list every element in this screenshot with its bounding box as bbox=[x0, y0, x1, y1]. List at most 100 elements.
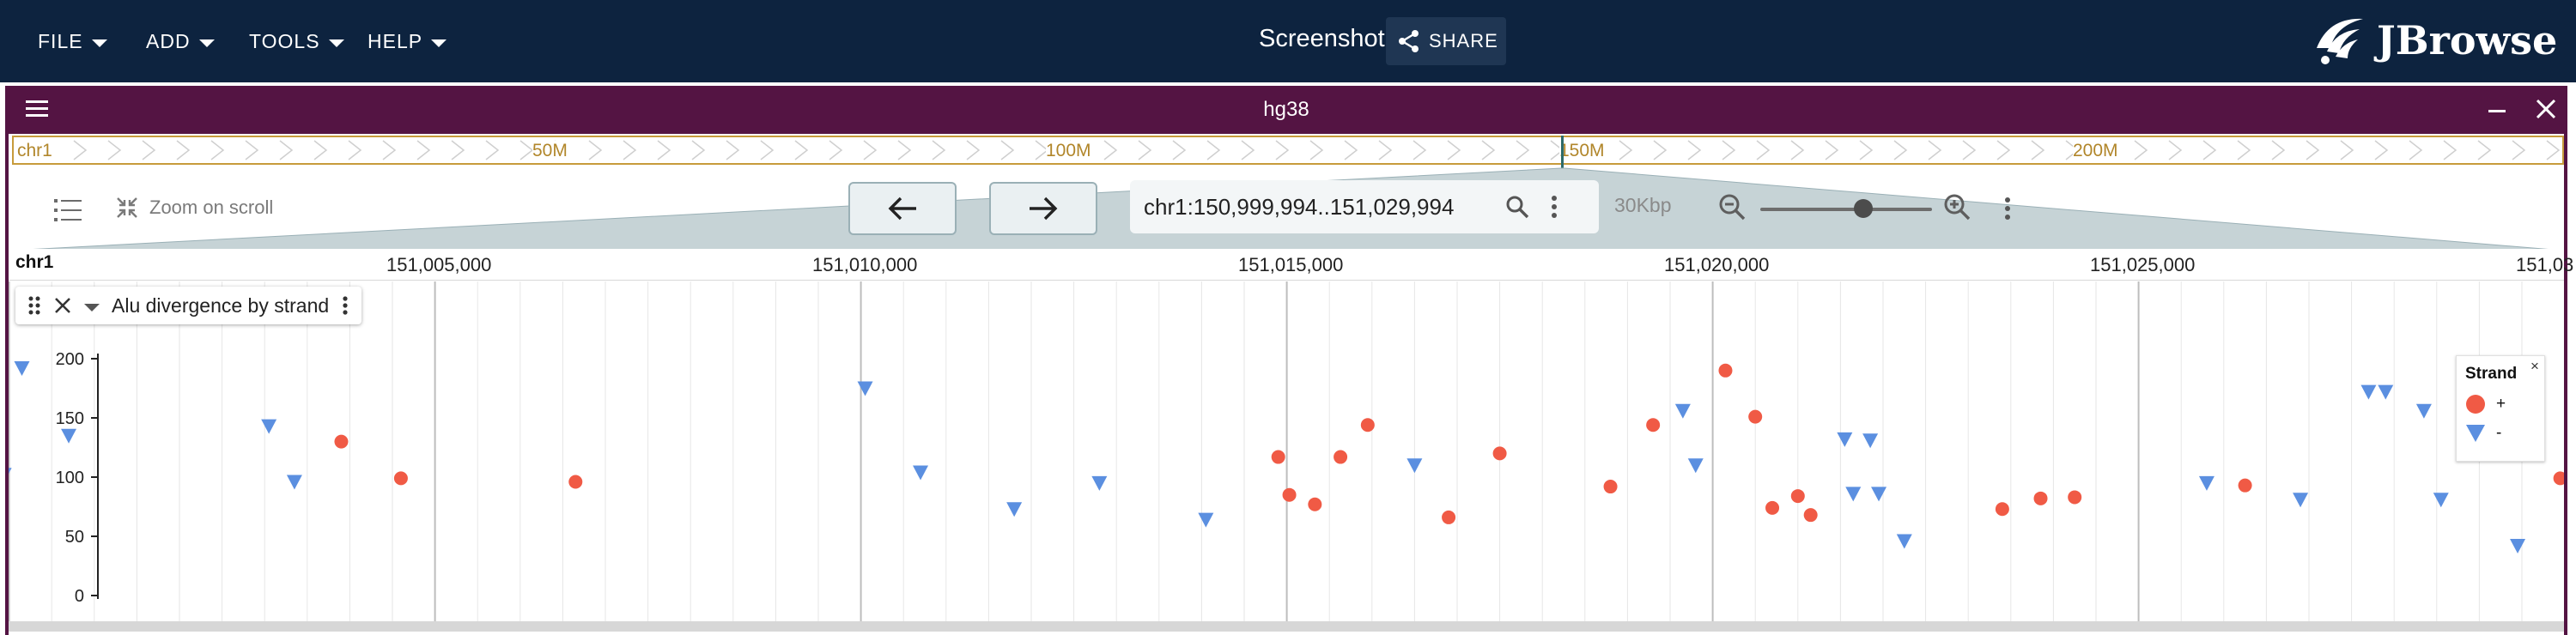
ruler-label: 151,020,000 bbox=[1664, 254, 1770, 275]
location-more-options-icon[interactable] bbox=[1549, 194, 1559, 220]
app-bar: FILE ADD TOOLS HELP Screenshot SHARE JBr… bbox=[0, 0, 2576, 82]
plus-strand-point[interactable] bbox=[1334, 450, 1348, 464]
plus-strand-point[interactable] bbox=[1603, 480, 1618, 494]
close-track-icon[interactable] bbox=[53, 296, 72, 315]
search-icon[interactable] bbox=[1504, 194, 1530, 220]
zoom-out-icon[interactable] bbox=[1717, 192, 1747, 221]
minus-strand-point[interactable] bbox=[261, 419, 277, 434]
track-more-options-icon[interactable] bbox=[341, 295, 349, 316]
minus-strand-point[interactable] bbox=[2415, 403, 2432, 419]
plus-strand-point[interactable] bbox=[393, 471, 408, 486]
legend-item-minus: - bbox=[2465, 423, 2501, 444]
legend-close-icon[interactable]: × bbox=[2530, 358, 2539, 375]
tools-menu[interactable]: TOOLS bbox=[249, 26, 344, 57]
plus-strand-point[interactable] bbox=[2238, 478, 2252, 493]
y-axis: 200 150 100 50 0 bbox=[56, 350, 99, 606]
minus-strand-point[interactable] bbox=[2378, 384, 2394, 400]
ruler-label: 151,03 bbox=[2516, 254, 2574, 275]
file-menu[interactable]: FILE bbox=[38, 26, 107, 57]
chevron-down-icon bbox=[431, 39, 447, 47]
minus-strand-point[interactable] bbox=[1862, 433, 1879, 449]
location-input[interactable] bbox=[1144, 194, 1496, 221]
minus-strand-point[interactable] bbox=[1091, 475, 1108, 491]
ruler-chromosome-label: chr1 bbox=[15, 252, 54, 272]
minus-strand-point[interactable] bbox=[14, 361, 30, 377]
minus-strand-point[interactable] bbox=[1687, 458, 1704, 474]
minus-strand-point[interactable] bbox=[913, 465, 929, 481]
plus-strand-point[interactable] bbox=[1442, 510, 1456, 524]
location-search-box[interactable] bbox=[1130, 180, 1599, 233]
help-menu[interactable]: HELP bbox=[368, 26, 447, 57]
plus-strand-point[interactable] bbox=[1646, 418, 1661, 432]
track-selector-icon[interactable] bbox=[53, 197, 82, 223]
plus-strand-point[interactable] bbox=[2068, 490, 2082, 505]
zoom-slider-thumb[interactable] bbox=[1854, 199, 1873, 218]
minus-strand-point[interactable] bbox=[1837, 432, 1853, 447]
legend-circle-marker bbox=[2466, 395, 2485, 414]
track-resize-handle[interactable] bbox=[9, 621, 2564, 632]
arrow-left-icon bbox=[888, 197, 916, 221]
minus-strand-point[interactable] bbox=[1198, 512, 1214, 528]
zoom-in-icon[interactable] bbox=[1942, 192, 1971, 221]
legend-label: + bbox=[2496, 395, 2506, 413]
file-menu-label: FILE bbox=[38, 29, 83, 52]
coordinate-ruler[interactable]: chr1 151,005,000 151,010,000 151,015,000… bbox=[9, 249, 2573, 281]
jbrowse-logo: JBrowse bbox=[2310, 14, 2557, 67]
minus-strand-point[interactable] bbox=[2510, 539, 2526, 554]
plus-strand-point[interactable] bbox=[1765, 500, 1780, 515]
scroll-right-button[interactable] bbox=[989, 182, 1097, 235]
chevron-down-icon bbox=[198, 39, 215, 47]
minus-strand-point[interactable] bbox=[1871, 487, 1887, 502]
minus-strand-point[interactable] bbox=[1896, 534, 1912, 549]
plus-strand-point[interactable] bbox=[1748, 409, 1763, 424]
scroll-left-button[interactable] bbox=[848, 182, 957, 235]
compress-icon bbox=[117, 197, 137, 218]
minus-strand-point[interactable] bbox=[2198, 475, 2215, 491]
plus-strand-point[interactable] bbox=[1492, 446, 1507, 461]
help-menu-label: HELP bbox=[368, 29, 423, 52]
plus-strand-point[interactable] bbox=[1790, 489, 1805, 504]
minus-strand-point[interactable] bbox=[1674, 403, 1691, 419]
minus-strand-point[interactable] bbox=[1406, 458, 1423, 474]
plus-strand-point[interactable] bbox=[568, 475, 583, 489]
plus-strand-point[interactable] bbox=[1360, 418, 1375, 432]
minus-strand-point[interactable] bbox=[1845, 487, 1862, 502]
zoom-slider-track[interactable] bbox=[1760, 208, 1932, 211]
minus-strand-point[interactable] bbox=[286, 475, 302, 490]
chevron-down-icon[interactable] bbox=[84, 303, 100, 311]
plus-strand-point[interactable] bbox=[1308, 497, 1322, 511]
plus-strand-point[interactable] bbox=[334, 434, 349, 449]
minus-strand-point[interactable] bbox=[2360, 384, 2377, 400]
strand-legend: Strand × + - bbox=[2456, 355, 2545, 462]
ruler-label: 151,005,000 bbox=[386, 254, 492, 275]
chevron-down-icon bbox=[328, 39, 344, 47]
minus-strand-point[interactable] bbox=[1006, 502, 1023, 517]
plus-strand-point[interactable] bbox=[1803, 508, 1818, 523]
track-label: Alu divergence by strand bbox=[15, 287, 362, 324]
minus-strand-point[interactable] bbox=[2433, 493, 2449, 508]
linear-genome-view: hg38 chr1 50M 100M 150M 200M Zoom on scr… bbox=[5, 86, 2573, 635]
view-more-options-icon[interactable] bbox=[2002, 196, 2013, 221]
y-tick-label: 150 bbox=[56, 409, 84, 428]
share-label: SHARE bbox=[1429, 30, 1498, 51]
plus-strand-point[interactable] bbox=[2033, 491, 2048, 505]
y-tick-label: 100 bbox=[56, 469, 84, 487]
plus-strand-point[interactable] bbox=[1995, 502, 2009, 517]
share-button[interactable]: SHARE bbox=[1386, 17, 1506, 65]
plus-strand-point[interactable] bbox=[1271, 450, 1285, 464]
add-menu[interactable]: ADD bbox=[146, 26, 215, 57]
minus-strand-point[interactable] bbox=[2293, 493, 2309, 508]
track-plot: 200 150 100 50 0 bbox=[9, 281, 2564, 625]
drag-handle-icon[interactable] bbox=[27, 295, 41, 316]
plus-strand-point[interactable] bbox=[1282, 487, 1297, 502]
add-menu-label: ADD bbox=[146, 29, 191, 52]
plus-strand-point[interactable] bbox=[1718, 363, 1733, 378]
minus-strand-point[interactable] bbox=[857, 381, 873, 396]
zoom-on-scroll-toggle[interactable]: Zoom on scroll bbox=[115, 196, 273, 220]
alu-divergence-track[interactable]: 200 150 100 50 0 bbox=[9, 281, 2564, 625]
minus-strand-point[interactable] bbox=[61, 428, 77, 444]
plus-strand-point[interactable] bbox=[2553, 471, 2564, 486]
legend-triangle-marker bbox=[2466, 425, 2485, 442]
y-tick-label: 0 bbox=[75, 587, 84, 606]
session-name[interactable]: Screenshot bbox=[1259, 25, 1385, 53]
